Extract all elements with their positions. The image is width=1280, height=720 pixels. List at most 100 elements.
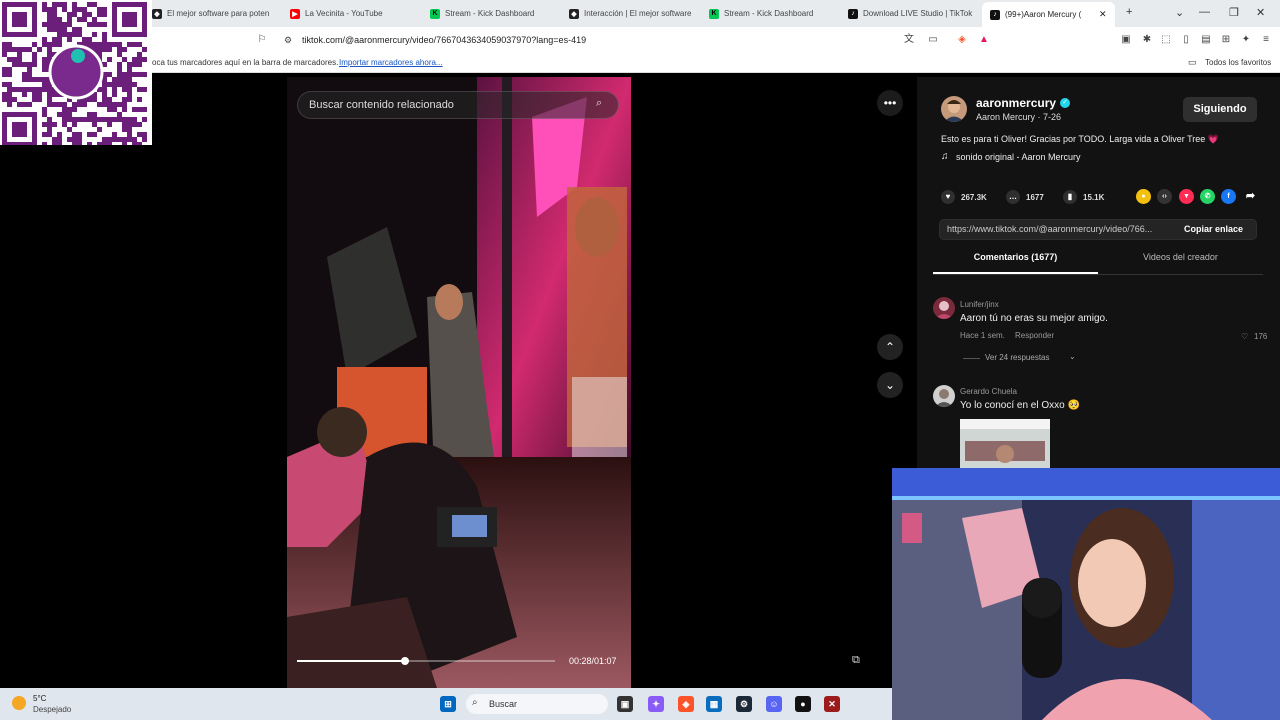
close-tab-icon[interactable]: ✕	[1099, 9, 1107, 20]
comment-username[interactable]: Lunifer/jinx	[960, 300, 999, 309]
vpn-icon[interactable]: ⊞	[1220, 34, 1232, 46]
creator-avatar[interactable]	[941, 96, 967, 122]
share-friends-icon[interactable]: ▼	[1179, 189, 1194, 204]
translate-icon[interactable]: 文	[903, 34, 915, 46]
comment-stat[interactable]: … 1677	[1006, 190, 1044, 204]
close-window-icon[interactable]: ✕	[1256, 6, 1265, 19]
creator-display-name: Aaron Mercury · 7-26	[976, 112, 1062, 122]
commenter-avatar[interactable]	[933, 297, 955, 319]
qr-module	[42, 82, 47, 87]
yape-logo-icon	[71, 49, 85, 63]
browser-tab-active[interactable]: ♪ (99+)Aaron Mercury ( ✕	[982, 2, 1115, 27]
qr-module	[102, 87, 107, 92]
new-tab-icon[interactable]: +	[1126, 6, 1132, 18]
microsoft-store-icon[interactable]: ▦	[706, 696, 722, 712]
facebook-icon[interactable]: f	[1221, 189, 1236, 204]
qr-module	[137, 97, 142, 102]
discord-icon[interactable]: ☺	[766, 696, 782, 712]
qr-module	[42, 2, 47, 7]
extension-icon[interactable]: ⬚	[1160, 34, 1172, 46]
site-info-icon[interactable]: ⚙	[282, 34, 294, 46]
url-field[interactable]: tiktok.com/@aaronmercury/video/766704363…	[302, 35, 586, 45]
sidebar-icon[interactable]: ▯	[1180, 34, 1192, 46]
minimize-icon[interactable]: —	[1199, 6, 1210, 18]
obs-icon[interactable]: ●	[795, 696, 811, 712]
qr-module	[37, 77, 42, 82]
qr-module	[72, 12, 77, 17]
extension-icon[interactable]: ▣	[1120, 34, 1132, 46]
qr-module	[47, 22, 52, 27]
embed-icon[interactable]: ‹›	[1157, 189, 1172, 204]
qr-module	[102, 117, 107, 122]
save-stat[interactable]: ▮ 15.1K	[1063, 190, 1104, 204]
brave-rewards-icon[interactable]: ▲	[978, 34, 990, 46]
import-bookmarks-link[interactable]: Importar marcadores ahora...	[339, 58, 443, 67]
commenter-avatar[interactable]	[933, 385, 955, 407]
qr-module	[127, 137, 132, 142]
share-more-icon[interactable]: ➦	[1243, 189, 1258, 204]
pip-icon[interactable]: ⧉	[852, 654, 860, 667]
next-video-icon[interactable]: ⌄	[877, 372, 903, 398]
video-progress-bar[interactable]	[297, 657, 555, 665]
tab-comments[interactable]: Comentarios (1677)	[933, 252, 1098, 274]
qr-module	[72, 142, 77, 145]
extensions-icon[interactable]: ✱	[1141, 34, 1153, 46]
browser-tab[interactable]: K Stream - Kick Dashboard	[430, 4, 555, 23]
comment-like-icon[interactable]: ♡	[1241, 332, 1248, 341]
qr-module	[142, 117, 147, 122]
save-count: 15.1K	[1083, 192, 1105, 202]
browser-tab[interactable]: ♪ Download LIVE Studio | TikTok	[848, 4, 973, 23]
tab-search-icon[interactable]: ⌄	[1175, 6, 1184, 19]
browser-tab[interactable]: ▶ La Vecinita - YouTube	[290, 4, 415, 23]
steam-icon[interactable]: ⚙	[736, 696, 752, 712]
qr-module	[112, 77, 117, 82]
whatsapp-icon[interactable]: ✆	[1200, 189, 1215, 204]
browser-tab[interactable]: ◆ Interacción | El mejor software	[569, 4, 694, 23]
sound-link[interactable]: sonido original - Aaron Mercury	[956, 152, 1081, 162]
more-options-icon[interactable]: •••	[877, 90, 903, 116]
like-stat[interactable]: ♥ 267.3K	[941, 190, 987, 204]
chevron-down-icon[interactable]: ⌄	[1069, 352, 1076, 361]
brave-browser-icon[interactable]: ◈	[678, 696, 694, 712]
following-button[interactable]: Siguiendo	[1183, 97, 1257, 122]
browser-tab[interactable]: ◆ El mejor software para poten	[152, 4, 272, 23]
reply-button[interactable]: Responder	[1015, 331, 1054, 340]
tab-label: Download LIVE Studio | TikTok	[863, 9, 973, 18]
qr-module	[67, 112, 72, 117]
taskbar-search[interactable]: ⌕ Buscar	[466, 694, 608, 714]
qr-module	[112, 82, 117, 87]
music-note-icon: ♫	[941, 151, 949, 162]
qr-module	[82, 117, 87, 122]
previous-video-icon[interactable]: ⌃	[877, 334, 903, 360]
qr-module	[72, 7, 77, 12]
creator-username[interactable]: aaronmercury	[976, 96, 1056, 110]
related-content-search[interactable]: Buscar contenido relacionado ⌕	[297, 91, 619, 119]
windows-start-icon[interactable]: ⊞	[440, 696, 456, 712]
dota-icon[interactable]: ✕	[824, 696, 840, 712]
weather-icon[interactable]	[12, 696, 26, 710]
brave-shields-icon[interactable]: ◈	[956, 34, 968, 46]
wallet-icon[interactable]: ▤	[1200, 34, 1212, 46]
qr-module	[52, 142, 57, 145]
browser-tab[interactable]: K Stream - Kick Dashboard	[709, 4, 834, 23]
view-replies-button[interactable]: Ver 24 respuestas	[985, 353, 1049, 362]
cast-icon[interactable]: ▭	[927, 34, 939, 46]
tab-creator-videos[interactable]: Videos del creador	[1098, 252, 1263, 274]
tab-divider	[933, 274, 1263, 275]
maximize-icon[interactable]: ❐	[1229, 6, 1239, 19]
leo-ai-icon[interactable]: ✦	[1240, 34, 1252, 46]
copilot-icon[interactable]: ✦	[648, 696, 664, 712]
all-favorites[interactable]: Todos los favoritos	[1205, 58, 1271, 67]
menu-icon[interactable]: ≡	[1260, 34, 1272, 46]
comment-username[interactable]: Gerardo Chuela	[960, 387, 1017, 396]
task-view-icon[interactable]: ▣	[617, 696, 633, 712]
bookmark-icon[interactable]: ⚐	[256, 34, 268, 46]
share-coin-icon[interactable]: ●	[1136, 189, 1151, 204]
qr-module	[137, 72, 142, 77]
qr-module	[27, 87, 32, 92]
replies-divider	[963, 358, 980, 359]
copy-link-button[interactable]: Copiar enlace	[1184, 224, 1243, 234]
comment-image[interactable]	[960, 419, 1050, 468]
video-player[interactable]	[287, 77, 631, 688]
search-icon[interactable]: ⌕	[596, 97, 602, 110]
